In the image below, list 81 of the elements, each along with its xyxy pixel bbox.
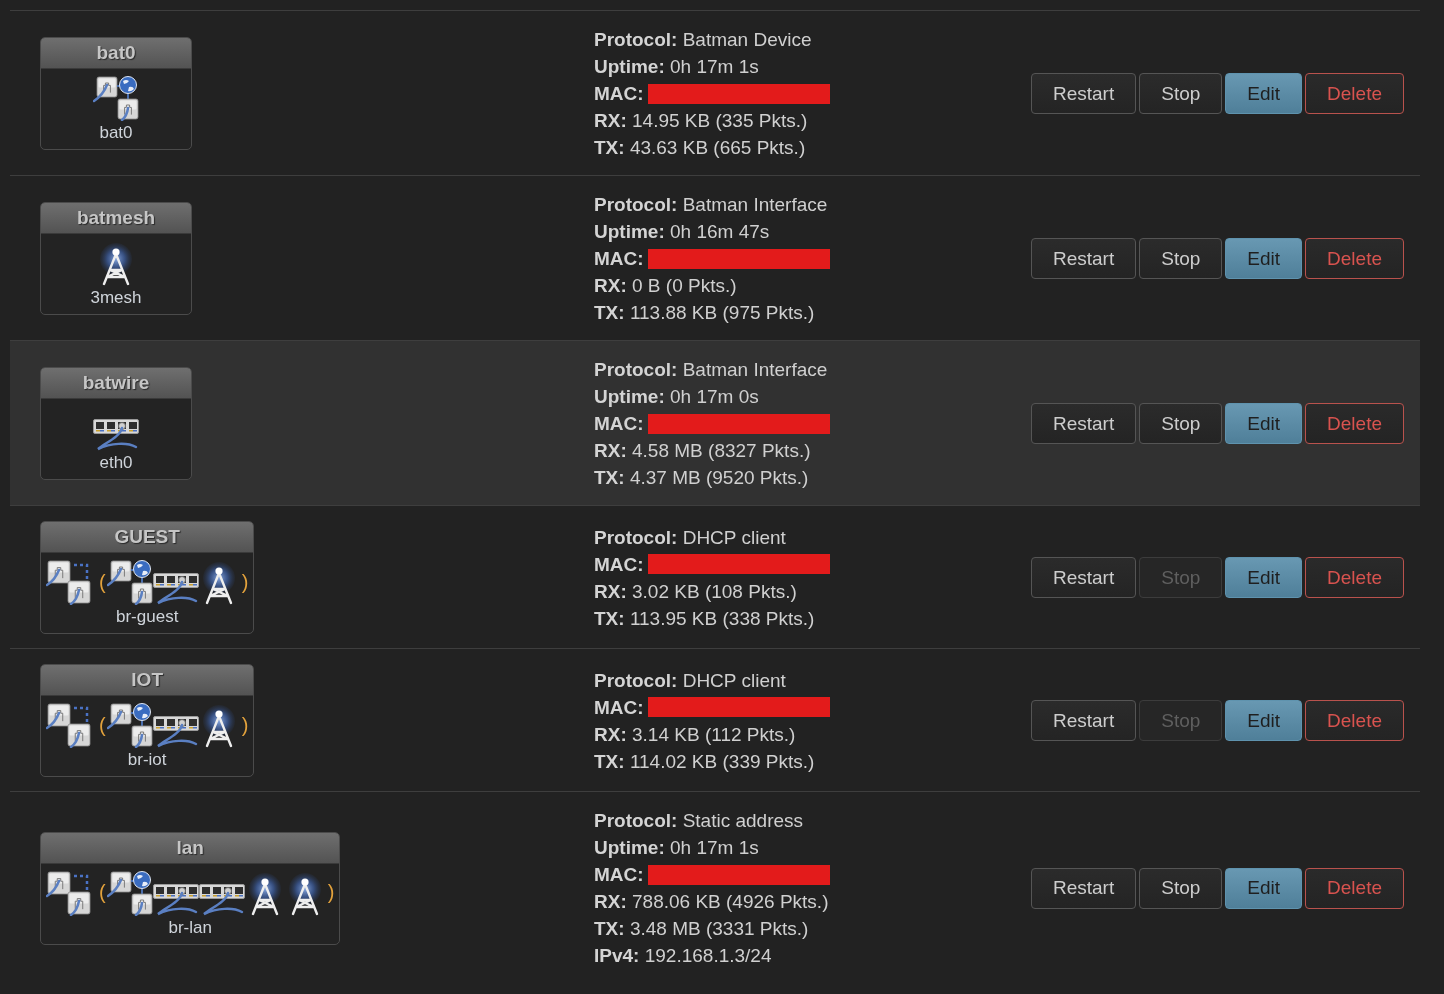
detail-line: IPv4: 192.168.1.3/24 — [594, 944, 773, 968]
ports-globe-icon — [106, 702, 153, 748]
detail-line: Protocol: Batman Interface — [594, 193, 829, 217]
badge-title: lan — [41, 832, 340, 864]
ethernet-switch-icon — [152, 883, 199, 916]
detail-label: MAC: — [594, 552, 644, 577]
action-button[interactable]: Edit — [1225, 403, 1303, 444]
device-label: 3mesh — [90, 288, 142, 308]
detail-line: RX: 4.58 MB (8327 Pkts.) — [594, 439, 812, 463]
detail-line: Uptime: 0h 17m 1s — [594, 836, 760, 860]
detail-line: Protocol: Batman Device — [594, 28, 813, 52]
detail-line: Protocol: DHCP client — [594, 525, 787, 550]
action-button[interactable]: Delete — [1305, 73, 1404, 114]
detail-line: Uptime: 0h 17m 1s — [594, 55, 760, 79]
bracket-text: ( — [99, 570, 106, 594]
detail-line: RX: 3.02 KB (108 Pkts.) — [594, 579, 798, 604]
device-label: br-guest — [116, 607, 179, 627]
badge-title: GUEST — [41, 522, 254, 553]
action-button[interactable]: Delete — [1305, 403, 1404, 444]
detail-line: RX: 0 B (0 Pkts.) — [594, 274, 738, 298]
action-button[interactable]: Delete — [1305, 867, 1404, 909]
badge-title: batwire — [41, 368, 191, 399]
bracket-text: ( — [99, 713, 106, 737]
detail-line: RX: 14.95 KB (335 Pkts.) — [594, 109, 809, 133]
detail-line: Protocol: DHCP client — [594, 668, 787, 693]
action-button[interactable]: Stop — [1139, 238, 1223, 279]
detail-line: RX: 788.06 KB (4926 Pkts.) — [594, 890, 830, 914]
device-label: br-iot — [127, 750, 167, 770]
detail-line: Protocol: Batman Interface — [594, 358, 829, 382]
bridge-ports-icon — [46, 702, 92, 748]
badge-title: bat0 — [41, 38, 191, 69]
detail-label: MAC: — [594, 695, 644, 720]
action-button[interactable]: Edit — [1225, 238, 1303, 279]
action-button[interactable]: Edit — [1225, 867, 1303, 909]
bridge-ports-icon — [46, 869, 92, 916]
action-button[interactable]: Delete — [1305, 557, 1404, 598]
bridge-ports-icon — [46, 559, 92, 605]
badge-title: IOT — [41, 665, 254, 696]
action-button[interactable]: Restart — [1031, 238, 1137, 279]
ethernet-switch-icon — [152, 573, 199, 605]
detail-line: Uptime: 0h 17m 0s — [594, 385, 760, 409]
ports-globe-icon — [106, 559, 153, 605]
device-label: eth0 — [99, 453, 133, 473]
device-label: br-lan — [168, 917, 212, 938]
bracket-text: ) — [241, 570, 249, 594]
action-button[interactable]: Restart — [1031, 73, 1137, 114]
detail-line: Protocol: Static address — [594, 809, 805, 833]
bracket-text: ) — [327, 881, 335, 904]
action-button[interactable]: Stop — [1139, 867, 1223, 909]
detail-line: TX: 3.48 MB (3331 Pkts.) — [594, 917, 810, 941]
device-label: bat0 — [99, 123, 133, 143]
detail-line: Uptime: 0h 16m 47s — [594, 220, 771, 244]
detail-line: TX: 43.63 KB (665 Pkts.) — [594, 136, 807, 160]
action-button[interactable]: Edit — [1225, 73, 1303, 114]
detail-line: TX: 113.88 KB (975 Pkts.) — [594, 301, 816, 325]
detail-label: MAC: — [594, 863, 644, 887]
ethernet-switch-icon — [93, 419, 139, 451]
bracket-text: ) — [241, 713, 249, 737]
detail-label: MAC: — [594, 412, 644, 436]
ports-globe-icon — [106, 869, 153, 916]
detail-label: MAC: — [594, 247, 644, 271]
badge-title: batmesh — [41, 203, 191, 234]
action-button[interactable]: Stop — [1139, 73, 1223, 114]
detail-line: TX: 4.37 MB (9520 Pkts.) — [594, 466, 810, 490]
action-button[interactable]: Restart — [1031, 557, 1137, 598]
ports-globe-icon — [93, 75, 139, 121]
detail-line: TX: 114.02 KB (339 Pkts.) — [594, 749, 816, 774]
ethernet-switch-icon — [198, 883, 245, 916]
detail-line: TX: 113.95 KB (338 Pkts.) — [594, 606, 816, 631]
bracket-text: ( — [99, 881, 106, 904]
action-button[interactable]: Edit — [1225, 557, 1303, 598]
detail-label: MAC: — [594, 82, 644, 106]
detail-line: RX: 3.14 KB (112 Pkts.) — [594, 722, 797, 747]
action-button[interactable]: Delete — [1305, 700, 1404, 741]
action-button[interactable]: Delete — [1305, 238, 1404, 279]
ethernet-switch-icon — [152, 716, 199, 748]
action-button[interactable]: Restart — [1031, 403, 1137, 444]
action-button[interactable]: Stop — [1139, 403, 1223, 444]
action-button[interactable]: Restart — [1031, 700, 1137, 741]
action-button[interactable]: Restart — [1031, 867, 1137, 909]
action-button[interactable]: Edit — [1225, 700, 1303, 741]
